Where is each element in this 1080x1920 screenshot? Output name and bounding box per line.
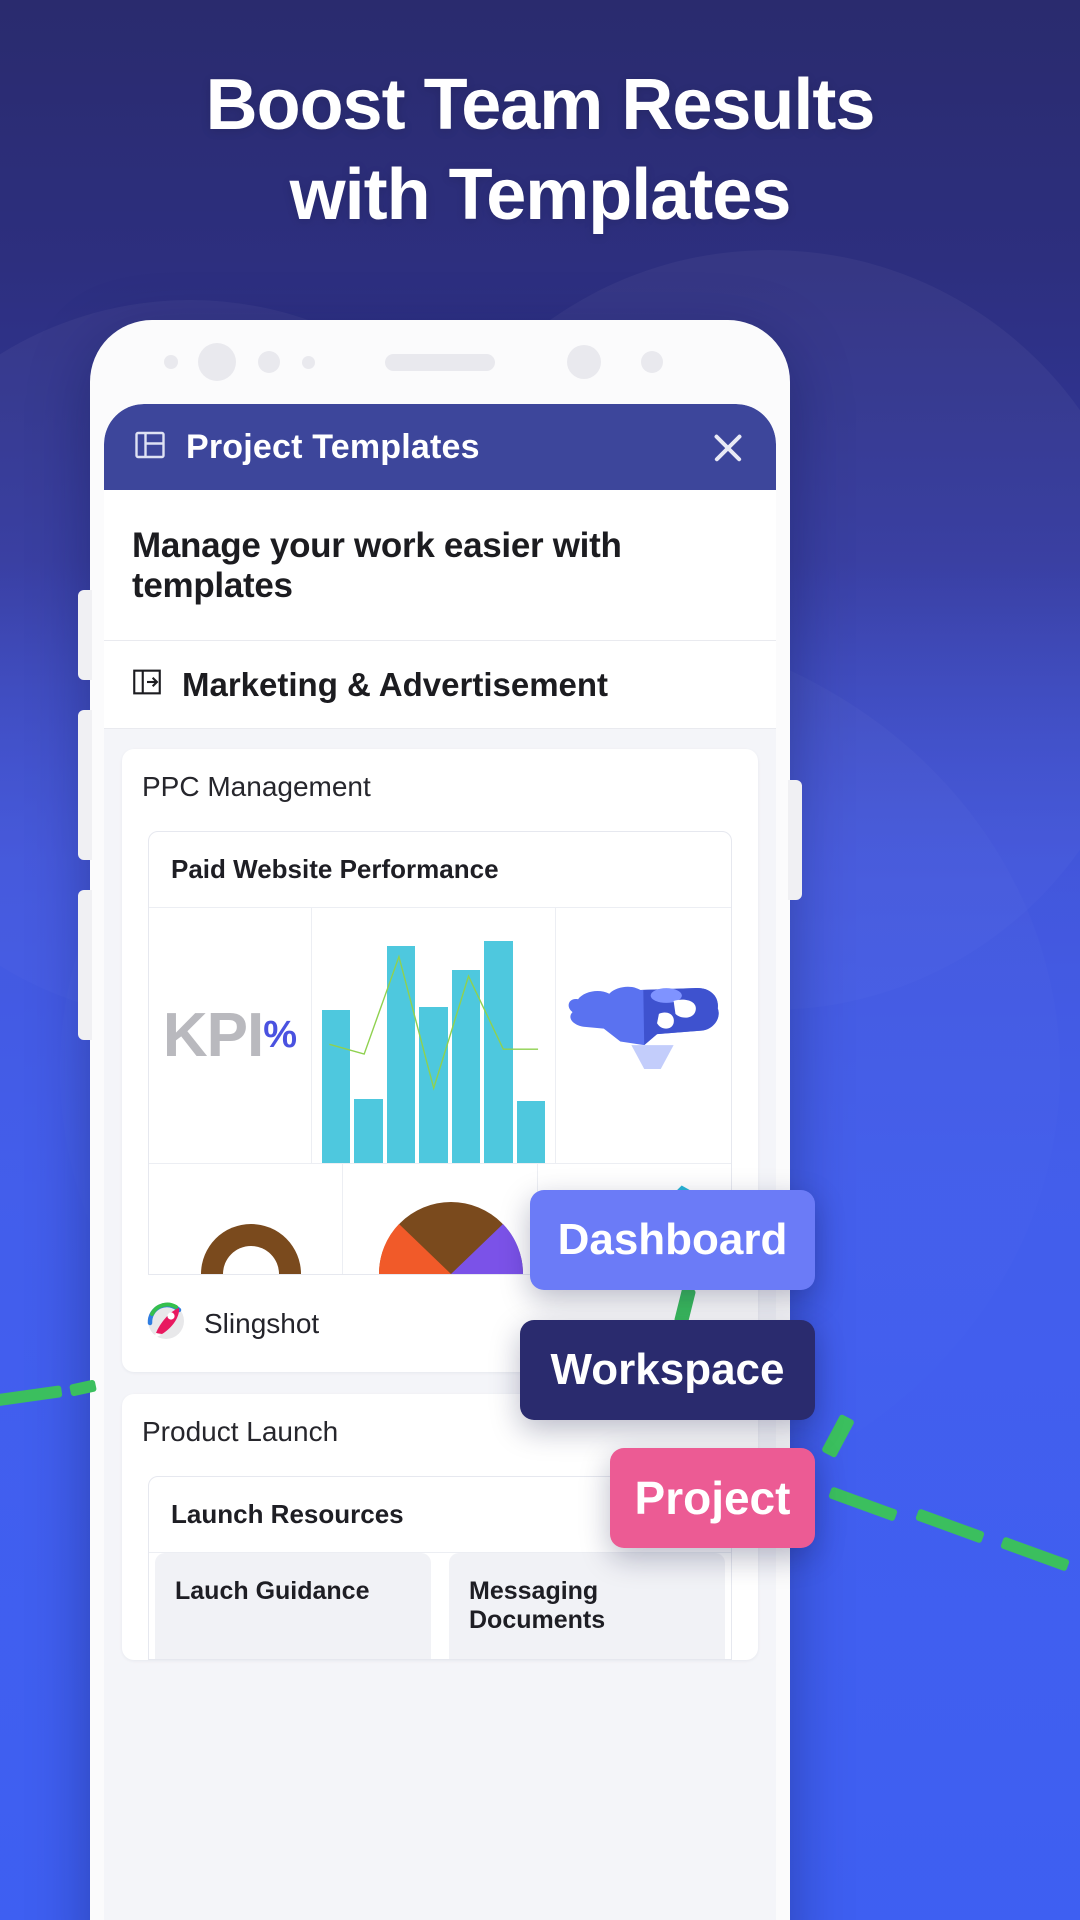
app-screen: Project Templates Manage your work easie… xyxy=(104,404,776,1920)
map-widget xyxy=(556,908,731,1163)
app-header: Project Templates xyxy=(104,404,776,490)
app-title: Project Templates xyxy=(186,427,480,466)
dashboard-widget-row: KPI% xyxy=(149,908,731,1164)
sensor-icon xyxy=(567,345,601,379)
sensor-icon xyxy=(641,351,663,373)
headline-line-2: with Templates xyxy=(289,155,792,235)
phone-mockup: Project Templates Manage your work easie… xyxy=(78,320,802,1920)
template-name: PPC Management xyxy=(142,771,371,802)
page-heading: Manage your work easier with templates xyxy=(132,526,622,605)
category-row-marketing[interactable]: Marketing & Advertisement xyxy=(104,641,776,729)
list-item[interactable]: Messaging Documents xyxy=(449,1553,725,1659)
preview-title: Paid Website Performance xyxy=(149,832,731,908)
page-heading-row: Manage your work easier with templates xyxy=(104,490,776,641)
trend-line-overlay xyxy=(312,908,555,1151)
callout-project: Project xyxy=(610,1448,815,1548)
category-label: Marketing & Advertisement xyxy=(182,665,609,703)
callout-workspace: Workspace xyxy=(520,1320,815,1420)
front-camera-icon xyxy=(198,343,236,381)
bar-chart-widget xyxy=(312,908,557,1163)
close-icon[interactable] xyxy=(708,427,748,467)
slingshot-rocket-logo xyxy=(146,1301,186,1346)
world-map-icon xyxy=(569,986,720,1070)
headline-line-1: Boost Team Results xyxy=(205,65,876,145)
kpi-label: KPI xyxy=(162,1001,264,1070)
page-title: Boost Team Results with Templates xyxy=(0,60,1080,240)
kpi-widget: KPI% xyxy=(149,908,312,1163)
donut-chart-widget xyxy=(149,1164,344,1274)
phone-notch xyxy=(90,320,790,404)
launch-resource-list: Lauch Guidance Messaging Documents xyxy=(149,1553,731,1659)
phone-power-button xyxy=(788,780,802,900)
brand-name: Slingshot xyxy=(204,1307,320,1339)
earpiece-speaker xyxy=(385,353,495,371)
phone-volume-up-button xyxy=(78,710,92,860)
panel-expand-right-icon xyxy=(130,665,164,704)
sensor-icon xyxy=(164,355,178,369)
list-item[interactable]: Lauch Guidance xyxy=(155,1553,431,1659)
phone-volume-down-button xyxy=(78,890,92,1040)
phone-button xyxy=(78,590,92,680)
sensor-icon xyxy=(302,355,315,369)
kpi-unit: % xyxy=(263,1014,298,1056)
sensor-icon xyxy=(258,351,280,373)
pie-chart-widget xyxy=(343,1164,538,1274)
callout-dashboard: Dashboard xyxy=(530,1190,815,1290)
layout-panel-icon xyxy=(132,427,168,468)
